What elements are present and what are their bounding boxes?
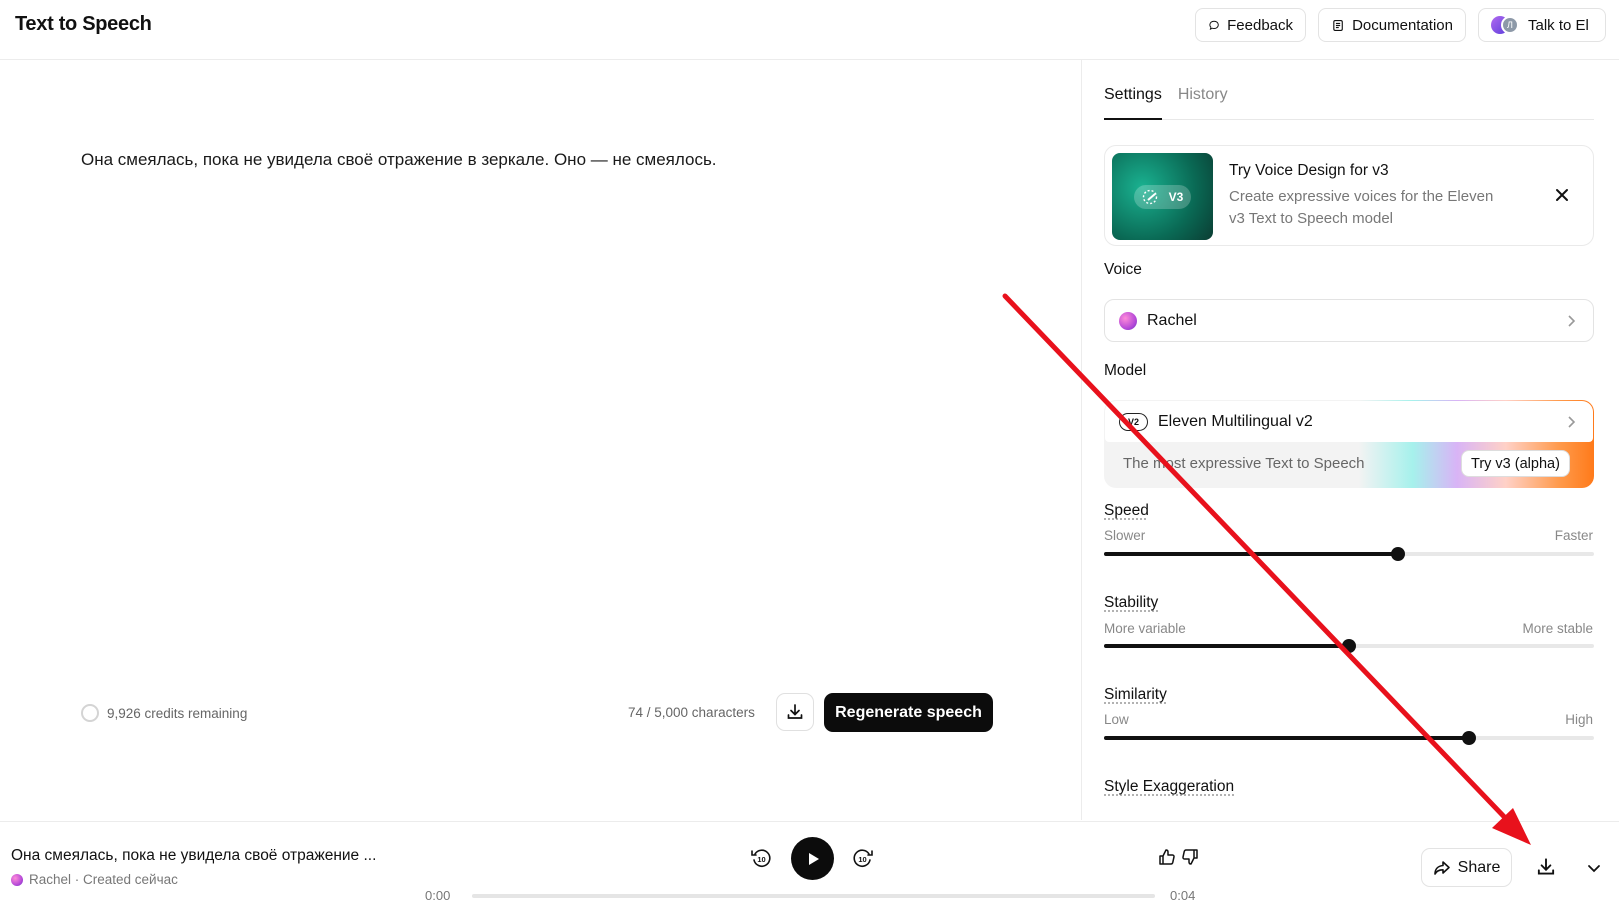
speed-title: Speed	[1104, 502, 1149, 519]
promo-title: Try Voice Design for v3	[1229, 162, 1389, 179]
model-select[interactable]: V2 Eleven Multilingual v2	[1105, 401, 1593, 442]
thumbs-up-icon[interactable]	[1157, 847, 1177, 867]
feedback-thumbs	[1157, 847, 1200, 867]
feedback-button[interactable]: Feedback	[1195, 8, 1306, 42]
panel-tabs: Settings History	[1104, 86, 1594, 120]
chevron-right-icon	[1568, 416, 1576, 428]
speed-high-label: Faster	[1554, 528, 1593, 543]
credits-indicator: 9,926 credits remaining	[81, 704, 247, 722]
track-meta-text: Rachel · Created сейчас	[29, 872, 178, 887]
voice-avatar-icon	[1119, 311, 1137, 330]
model-card: V2 Eleven Multilingual v2 The most expre…	[1104, 400, 1594, 488]
share-icon	[1433, 860, 1450, 875]
speed-low-label: Slower	[1104, 528, 1146, 543]
v3-badge: V3	[1133, 184, 1192, 209]
model-value: Eleven Multilingual v2	[1158, 412, 1313, 430]
text-editor[interactable]: Она смеялась, пока не увидела своё отраж…	[81, 150, 717, 170]
model-subtitle: The most expressive Text to Speech	[1123, 455, 1365, 472]
similarity-slider[interactable]	[1104, 731, 1594, 745]
credits-ring-icon	[81, 704, 99, 722]
speed-slider[interactable]	[1104, 547, 1594, 561]
chat-bubble-icon	[1209, 20, 1219, 30]
skip-back-icon[interactable]: 10	[749, 846, 773, 870]
document-icon	[1333, 19, 1343, 31]
download-button[interactable]	[776, 693, 814, 731]
tab-settings[interactable]: Settings	[1104, 86, 1162, 120]
tab-history[interactable]: History	[1178, 86, 1228, 120]
speed-slider-fill	[1104, 552, 1398, 556]
similarity-high-label: High	[1565, 712, 1593, 727]
try-v3-button[interactable]: Try v3 (alpha)	[1461, 450, 1570, 477]
stability-slider[interactable]	[1104, 639, 1594, 653]
character-count: 74 / 5,000 characters	[628, 705, 755, 720]
v3-badge-label: V3	[1168, 189, 1184, 204]
credits-text: 9,926 credits remaining	[107, 705, 248, 721]
voice-value: Rachel	[1147, 311, 1197, 329]
download-icon[interactable]	[1535, 856, 1557, 878]
stability-title: Stability	[1104, 594, 1159, 611]
track-meta: Rachel · Created сейчас	[11, 872, 178, 887]
model-label: Model	[1104, 362, 1147, 379]
track-title: Она смеялась, пока не увидела своё отраж…	[11, 847, 377, 864]
skip-forward-label: 10	[858, 855, 866, 864]
play-icon	[808, 852, 819, 865]
stability-slider-thumb[interactable]	[1342, 639, 1356, 653]
voice-design-promo-card[interactable]: V3 Try Voice Design for v3 Create expres…	[1104, 145, 1594, 246]
page-title: Text to Speech	[15, 13, 152, 35]
close-icon[interactable]	[1553, 186, 1571, 204]
share-button[interactable]: Share	[1421, 848, 1512, 887]
stability-slider-fill	[1104, 644, 1349, 648]
feedback-label: Feedback	[1227, 16, 1293, 34]
talk-to-el-button[interactable]: Л Talk to El	[1478, 8, 1606, 42]
download-icon	[787, 704, 803, 719]
settings-panel: Settings History V3 Try Voice Design for…	[1081, 60, 1619, 820]
promo-thumbnail: V3	[1112, 153, 1213, 240]
similarity-slider-fill	[1104, 736, 1470, 740]
time-total: 0:04	[1170, 888, 1196, 903]
thumbs-down-icon[interactable]	[1180, 847, 1200, 867]
talk-label: Talk to El	[1528, 16, 1589, 34]
top-header: Text to Speech Feedback Documentation Л …	[0, 0, 1619, 60]
avatar: Л	[1501, 16, 1519, 34]
documentation-label: Documentation	[1352, 16, 1453, 34]
similarity-low-label: Low	[1104, 712, 1129, 727]
play-button[interactable]	[791, 837, 834, 880]
stability-high-label: More stable	[1522, 621, 1593, 636]
chevron-right-icon	[1568, 315, 1576, 327]
voice-select[interactable]: Rachel	[1104, 299, 1594, 342]
v2-badge: V2	[1119, 412, 1148, 431]
similarity-title: Similarity	[1104, 686, 1167, 703]
promo-description: Create expressive voices for the Eleven …	[1229, 188, 1494, 227]
regenerate-speech-button[interactable]: Regenerate speech	[824, 693, 993, 732]
voice-avatar-icon	[11, 873, 23, 886]
style-exaggeration-title: Style Exaggeration	[1104, 778, 1235, 795]
voice-label: Voice	[1104, 261, 1142, 278]
audio-player: Она смеялась, пока не увидела своё отраж…	[0, 821, 1619, 903]
speed-slider-thumb[interactable]	[1391, 547, 1405, 561]
avatar-stack: Л	[1491, 15, 1521, 35]
stability-low-label: More variable	[1104, 621, 1186, 636]
similarity-slider-thumb[interactable]	[1462, 731, 1477, 745]
share-label: Share	[1457, 858, 1501, 876]
skip-back-label: 10	[757, 855, 765, 864]
time-current: 0:00	[425, 888, 451, 903]
chevron-down-icon[interactable]	[1586, 860, 1602, 876]
documentation-button[interactable]: Documentation	[1318, 8, 1466, 42]
magic-wand-icon	[1142, 189, 1157, 204]
progress-bar[interactable]	[472, 894, 1155, 898]
skip-forward-icon[interactable]: 10	[851, 846, 875, 870]
